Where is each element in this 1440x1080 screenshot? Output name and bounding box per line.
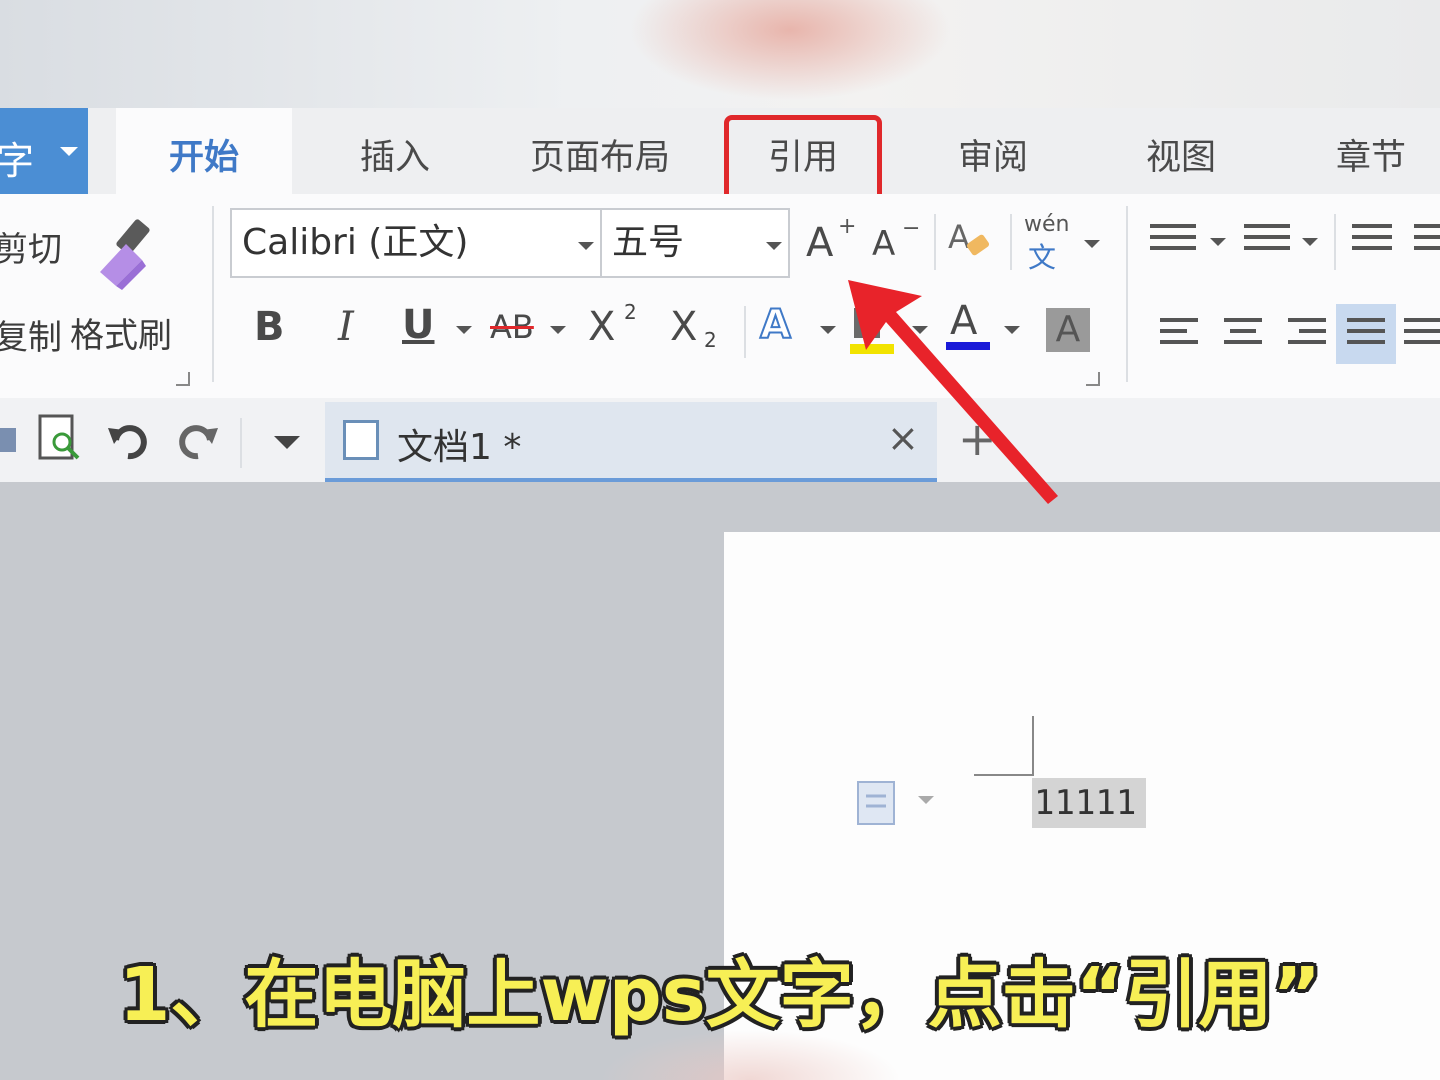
group-divider	[934, 214, 936, 270]
print-preview-icon[interactable]	[38, 414, 84, 464]
clipboard-dialog-launcher-icon[interactable]	[176, 372, 190, 386]
tab-section[interactable]: 章节	[1296, 108, 1440, 194]
document-icon	[343, 420, 379, 460]
strikethrough-button[interactable]: AB	[490, 308, 534, 346]
tab-review[interactable]: 审阅	[918, 108, 1068, 194]
copy-button[interactable]: 复制	[0, 310, 62, 359]
group-divider	[1126, 206, 1128, 382]
numbered-list-icon[interactable]	[1244, 224, 1290, 257]
format-painter-button[interactable]: 格式刷	[64, 210, 194, 360]
chevron-down-icon[interactable]	[1302, 238, 1318, 246]
group-divider	[1334, 214, 1336, 270]
superscript-button[interactable]: X 2	[588, 300, 648, 354]
align-left-icon[interactable]	[1160, 318, 1198, 351]
tab-home[interactable]: 开始	[116, 108, 292, 194]
margin-corner-vertical	[1032, 716, 1034, 776]
justify-button[interactable]	[1336, 304, 1396, 364]
underline-button[interactable]: U	[402, 302, 434, 348]
subscript-button[interactable]: X 2	[670, 304, 730, 354]
paintbrush-icon	[100, 219, 150, 290]
group-divider	[744, 306, 746, 358]
print-icon[interactable]	[0, 420, 20, 460]
app-menu-label: 字	[0, 139, 35, 183]
toolbar-divider	[240, 418, 242, 468]
font-size-value: 五号	[612, 222, 685, 263]
chevron-down-icon	[578, 242, 594, 250]
video-caption: 1、在电脑上wps文字，点击“引用”	[118, 952, 1322, 1038]
redo-icon[interactable]	[174, 418, 220, 464]
minus-icon: −	[902, 216, 921, 241]
align-center-icon[interactable]	[1224, 318, 1262, 351]
tab-insert[interactable]: 插入	[320, 108, 470, 194]
distributed-align-icon[interactable]	[1404, 318, 1440, 351]
plus-icon: +	[838, 214, 857, 239]
cut-button[interactable]: 剪切	[0, 222, 62, 271]
document-tab-title: 文档1 *	[397, 427, 522, 468]
chevron-down-icon	[766, 242, 782, 250]
tab-page-layout[interactable]: 页面布局	[505, 108, 695, 194]
font-size-select[interactable]: 五号	[600, 208, 790, 278]
paste-options-icon[interactable]	[856, 778, 946, 828]
chevron-down-icon[interactable]	[1210, 238, 1226, 246]
clear-format-icon[interactable]: A	[948, 216, 996, 266]
subscript-icon: X	[670, 304, 698, 350]
font-family-value: Calibri (正文)	[242, 222, 469, 263]
decrease-indent-icon[interactable]	[1352, 224, 1392, 257]
chevron-down-icon	[60, 147, 78, 156]
undo-icon[interactable]	[106, 418, 152, 464]
customize-toolbar-icon[interactable]	[274, 436, 300, 449]
increase-indent-icon[interactable]	[1414, 224, 1440, 257]
chevron-down-icon	[1084, 240, 1100, 248]
chevron-down-icon[interactable]	[550, 326, 566, 334]
italic-button[interactable]: I	[338, 304, 354, 350]
subscript-mark: 2	[704, 328, 717, 352]
group-divider	[212, 206, 214, 382]
phonetic-guide-button[interactable]: wén 文	[1022, 212, 1102, 274]
grow-font-button[interactable]: A +	[806, 214, 856, 270]
bold-button[interactable]: B	[254, 304, 285, 350]
bullet-list-icon[interactable]	[1150, 224, 1196, 257]
grow-font-icon: A	[806, 220, 834, 266]
phonetic-top: wén	[1024, 212, 1070, 237]
shrink-font-icon: A	[872, 224, 896, 264]
tab-view[interactable]: 视图	[1106, 108, 1256, 194]
justify-icon	[1347, 318, 1385, 351]
superscript-mark: 2	[624, 300, 637, 324]
blurred-background	[0, 0, 1440, 110]
shrink-font-button[interactable]: A −	[872, 216, 920, 270]
red-arrow-annotation	[848, 280, 1058, 504]
svg-text:A: A	[948, 218, 970, 256]
text-effect-button[interactable]: A	[759, 301, 792, 349]
align-right-icon[interactable]	[1288, 318, 1326, 351]
document-selected-text[interactable]: 11111	[1032, 778, 1146, 828]
superscript-icon: X	[588, 304, 616, 350]
format-painter-label: 格式刷	[70, 316, 172, 356]
font-family-select[interactable]: Calibri (正文)	[230, 208, 602, 278]
group-divider	[1010, 214, 1012, 270]
app-menu-button[interactable]: 字	[0, 108, 88, 194]
chevron-down-icon[interactable]	[456, 326, 472, 334]
margin-corner-horizontal	[974, 774, 1032, 776]
